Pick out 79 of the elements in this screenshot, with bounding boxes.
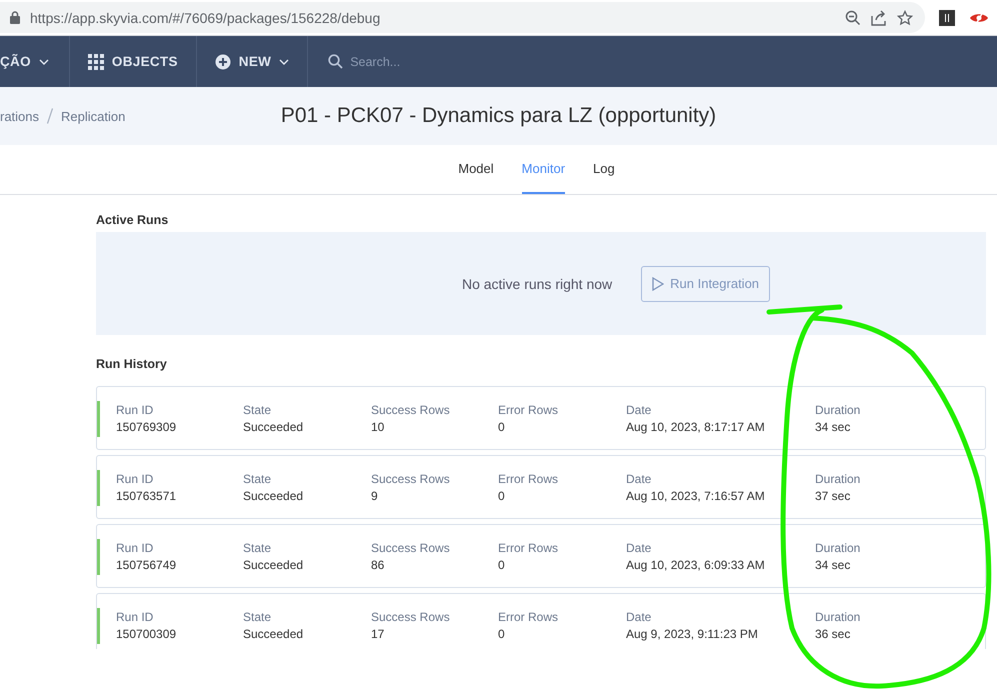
field-label: State bbox=[243, 610, 272, 624]
plus-circle-icon bbox=[214, 54, 231, 70]
search-icon bbox=[328, 54, 344, 69]
field-label: Success Rows bbox=[371, 610, 451, 624]
breadcrumb-separator-icon bbox=[47, 108, 54, 124]
field-label: Success Rows bbox=[371, 540, 451, 554]
run-card[interactable]: Run ID 150763571 State Succeeded Success Rows 9 Error Rows 0 Date Aug 10, 2023, 7:16:57 AM Duration 37 sec bbox=[96, 455, 986, 519]
tab[interactable]: Model bbox=[458, 145, 494, 194]
run-card[interactable]: Run ID 150700309 State Succeeded Success Rows 17 Error Rows 0 Date Aug 9, 2023, 9:11:23 PM Duration 36 sec bbox=[96, 593, 986, 649]
field-value: 150769309 bbox=[116, 420, 178, 434]
pause-icon[interactable] bbox=[939, 10, 955, 26]
field-value: Succeeded bbox=[243, 626, 304, 640]
field-label: Run ID bbox=[116, 472, 154, 486]
field-value: Succeeded bbox=[243, 488, 304, 502]
field-value: 150763571 bbox=[116, 488, 178, 502]
field-label: Duration bbox=[815, 540, 862, 554]
chevron-down-icon bbox=[38, 58, 49, 64]
field-value: 34 sec bbox=[815, 420, 852, 434]
field-value: Aug 10, 2023, 8:17:17 AM bbox=[626, 420, 766, 434]
section-heading: Active Runs bbox=[96, 213, 170, 227]
field-value: Aug 9, 2023, 9:11:23 PM bbox=[626, 626, 759, 640]
field-label: Date bbox=[626, 610, 652, 624]
status-stripe bbox=[97, 401, 100, 437]
field-value: 0 bbox=[498, 488, 506, 502]
star-icon[interactable] bbox=[897, 10, 913, 26]
run-card[interactable]: Run ID 150756749 State Succeeded Success Rows 86 Error Rows 0 Date Aug 10, 2023, 6:09:33 AM Duration 34 sec bbox=[96, 524, 986, 588]
field-value: 86 bbox=[371, 558, 386, 572]
field-label: Duration bbox=[815, 402, 862, 416]
section-heading: Run History bbox=[96, 357, 168, 371]
grid-icon bbox=[88, 54, 104, 70]
field-value: 36 sec bbox=[815, 626, 852, 640]
field-value: 34 sec bbox=[815, 558, 852, 572]
status-stripe bbox=[97, 539, 100, 575]
field-label: Date bbox=[626, 402, 652, 416]
status-stripe bbox=[97, 470, 100, 506]
field-label: Date bbox=[626, 540, 652, 554]
field-label: State bbox=[243, 402, 272, 416]
field-label: Run ID bbox=[116, 540, 154, 554]
field-value: 0 bbox=[498, 420, 506, 434]
field-value: 150756749 bbox=[116, 558, 178, 572]
breadcrumb-link[interactable]: rations bbox=[0, 108, 40, 124]
field-label: Error Rows bbox=[498, 610, 560, 624]
field-label: Date bbox=[626, 472, 652, 486]
address-bar[interactable]: https://app.skyvia.com/#/76069/packages/156228/debug bbox=[0, 2, 925, 33]
field-value: Succeeded bbox=[243, 420, 304, 434]
field-value: 0 bbox=[498, 558, 506, 572]
play-icon bbox=[652, 276, 664, 290]
field-label: State bbox=[243, 472, 272, 486]
field-label: Duration bbox=[815, 610, 862, 624]
field-value: Aug 10, 2023, 6:09:33 AM bbox=[626, 558, 766, 572]
run-card[interactable]: Run ID 150769309 State Succeeded Success Rows 10 Error Rows 0 Date Aug 10, 2023, 8:17:17 AM Duration 34 sec bbox=[96, 386, 986, 450]
breadcrumb-link[interactable]: Replication bbox=[61, 108, 126, 124]
package-title: P01 - PCK07 - Dynamics para LZ (opportunity) bbox=[280, 104, 716, 128]
empty-message: No active runs right now bbox=[462, 276, 612, 292]
lock-icon bbox=[10, 11, 20, 24]
field-label: Run ID bbox=[116, 610, 154, 624]
field-label: Error Rows bbox=[498, 472, 560, 486]
zoom-out-icon[interactable] bbox=[845, 10, 861, 26]
field-label: Success Rows bbox=[371, 472, 451, 486]
field-label: Error Rows bbox=[498, 540, 560, 554]
field-label: Duration bbox=[815, 472, 862, 486]
field-label: Error Rows bbox=[498, 402, 560, 416]
field-label: State bbox=[243, 540, 272, 554]
field-value: 9 bbox=[371, 488, 379, 502]
field-value: 37 sec bbox=[815, 488, 852, 502]
field-value: Aug 10, 2023, 7:16:57 AM bbox=[626, 488, 766, 502]
field-value: Succeeded bbox=[243, 558, 304, 572]
share-icon[interactable] bbox=[871, 10, 887, 26]
tab[interactable]: Log bbox=[593, 145, 615, 194]
status-stripe bbox=[97, 608, 100, 644]
field-label: Run ID bbox=[116, 402, 154, 416]
field-value: 150700309 bbox=[116, 626, 178, 640]
field-label: Success Rows bbox=[371, 402, 451, 416]
search-field[interactable]: Search... bbox=[308, 36, 488, 87]
chevron-down-icon bbox=[279, 58, 290, 64]
search-input[interactable]: Search... bbox=[348, 54, 468, 70]
field-value: 17 bbox=[371, 626, 386, 640]
field-value: 10 bbox=[371, 420, 386, 434]
field-value: 0 bbox=[498, 626, 506, 640]
